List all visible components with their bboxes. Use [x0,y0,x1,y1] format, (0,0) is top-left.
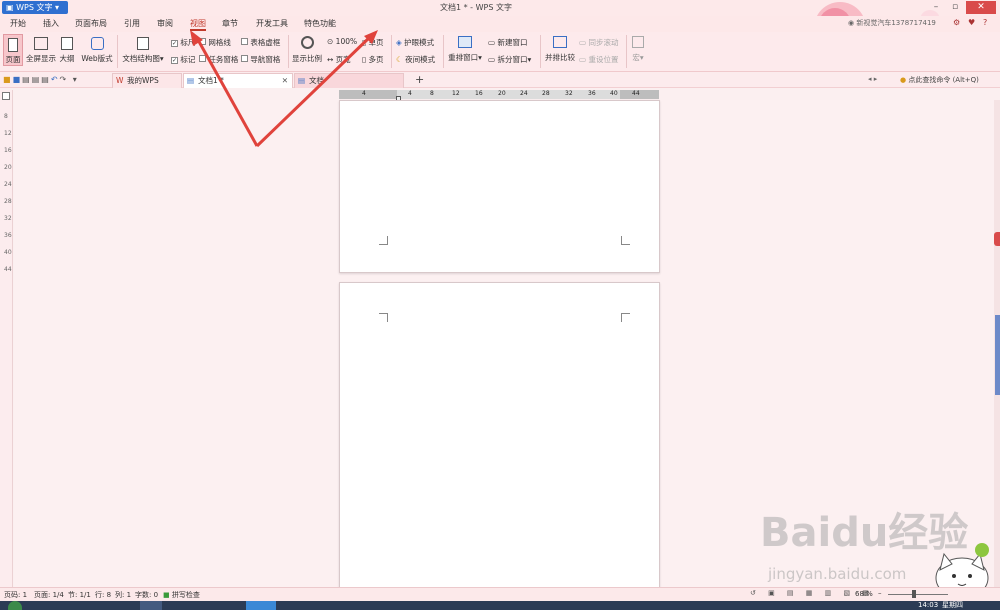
baidu-watermark-url: jingyan.baidu.com [768,565,907,583]
status-column: 列: 1 [115,591,132,599]
status-word-count[interactable]: 字数: 0 [135,590,158,600]
status-pages: 页面: 1/4 [34,591,64,599]
zoom-out-button[interactable]: – [878,589,882,597]
spell-check-icon: ■ [163,591,170,599]
start-button[interactable] [8,601,22,610]
clock-day: 星期四 [942,601,963,609]
zoom-level[interactable]: 68 % [855,590,873,598]
side-panel-tab[interactable] [994,232,1000,246]
zoom-slider-thumb[interactable] [912,590,916,598]
scrollbar-thumb[interactable] [995,315,1000,395]
status-page: 页码: 1 [4,591,28,599]
status-line: 行: 8 [95,591,112,599]
zoom-slider-track[interactable] [888,594,948,595]
os-taskbar: 14:03 星期四 [0,601,1000,610]
clock-time: 14:03 [918,601,939,609]
taskbar-app[interactable] [140,601,162,610]
spell-check[interactable]: ■ 拼写检查 [163,590,200,600]
status-section: 节: 1/1 [68,591,91,599]
status-bar: 页码: 1 页面: 1/4 节: 1/1 行: 8 列: 1 字数: 0 ■ 拼… [0,587,1000,601]
taskbar-app-active[interactable] [246,601,276,610]
